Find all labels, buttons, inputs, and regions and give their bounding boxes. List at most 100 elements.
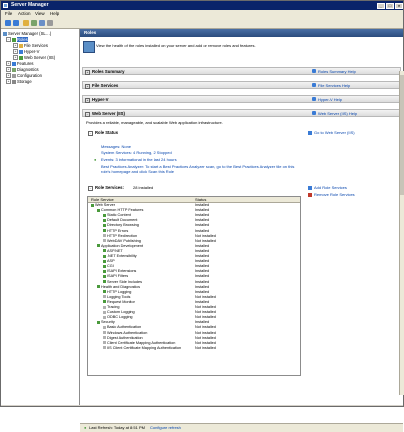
table-row[interactable]: Static Content Installed — [88, 213, 300, 217]
role-service-icon — [103, 264, 106, 268]
menu-view[interactable]: View — [35, 10, 45, 18]
table-row[interactable]: ODBC Logging Not installed — [88, 315, 300, 319]
go-to-web-server-link[interactable]: Go to Web Server (IIS) — [308, 130, 355, 135]
bpa-link-continued[interactable]: role's homepage and click Scan this Role — [101, 169, 174, 174]
table-row[interactable]: Application Development Installed — [88, 244, 300, 248]
section-file-services[interactable]: + File Services File Services Help — [82, 81, 401, 89]
table-row[interactable]: Tracing Not installed — [88, 305, 300, 309]
expand-icon[interactable]: + — [13, 43, 18, 49]
role-service-label: ISAPI Extensions — [107, 269, 137, 274]
tree-item-web-server[interactable]: + Web Server (IIS) — [13, 55, 55, 61]
configure-refresh-link[interactable]: Configure refresh — [150, 424, 181, 432]
table-row[interactable]: Common HTTP Features Installed — [88, 208, 300, 212]
tree-item-configuration[interactable]: + Configuration — [6, 73, 42, 79]
table-row[interactable]: ASP.NET Installed — [88, 249, 300, 253]
role-service-name: Security — [97, 320, 115, 324]
expand-icon[interactable]: + — [6, 61, 11, 67]
back-icon[interactable] — [5, 20, 11, 26]
folder-icon[interactable] — [23, 20, 29, 26]
forward-icon[interactable] — [13, 20, 19, 26]
role-service-icon — [103, 295, 106, 299]
role-service-name: Request Monitor — [103, 300, 135, 304]
table-row[interactable]: WebDAV Publishing Not installed — [88, 239, 300, 243]
table-row[interactable]: Health and Diagnostics Installed — [88, 285, 300, 289]
table-row[interactable]: Request Monitor Installed — [88, 300, 300, 304]
tree-item-hyper-v[interactable]: + Hyper-V — [13, 49, 39, 55]
table-row[interactable]: HTTP Errors Installed — [88, 229, 300, 233]
role-service-icon — [103, 234, 106, 238]
role-service-icon — [103, 346, 106, 350]
table-row[interactable]: Security Installed — [88, 320, 300, 324]
table-row[interactable]: Digest Authentication Not installed — [88, 336, 300, 340]
expand-icon[interactable]: + — [6, 73, 11, 79]
table-row[interactable]: Logging Tools Not installed — [88, 295, 300, 299]
table-row[interactable]: ASP Installed — [88, 259, 300, 263]
add-role-services-link[interactable]: Add Role Services — [308, 185, 347, 190]
expand-icon[interactable]: + — [85, 70, 90, 75]
window-title: Server Manager — [11, 2, 49, 8]
tree-item-roles[interactable]: − Roles — [6, 37, 28, 43]
role-service-status: Installed — [195, 274, 210, 279]
properties-icon[interactable] — [47, 20, 53, 26]
remove-icon — [308, 192, 312, 197]
remove-role-services-link[interactable]: Remove Role Services — [308, 192, 355, 197]
table-row[interactable]: IIS Client Certificate Mapping Authentic… — [88, 346, 300, 350]
table-row[interactable]: Directory Browsing Installed — [88, 223, 300, 227]
table-row[interactable]: Server Side Includes Installed — [88, 280, 300, 284]
tree-item-file-services[interactable]: + File Services — [13, 43, 48, 49]
table-row[interactable]: Basic Authentication Not installed — [88, 325, 300, 329]
table-row[interactable]: Default Document Installed — [88, 218, 300, 222]
table-row[interactable]: Custom Logging Not installed — [88, 310, 300, 314]
tree-root[interactable]: Server Manager (SL…) — [3, 31, 51, 36]
role-service-label: Directory Browsing — [107, 223, 139, 228]
section-roles-summary[interactable]: + Roles Summary Roles Summary Help — [82, 67, 401, 75]
expand-icon[interactable]: + — [13, 55, 18, 61]
table-row[interactable]: Windows Authentication Not installed — [88, 331, 300, 335]
table-row[interactable]: HTTP Redirection Not installed — [88, 234, 300, 238]
hyper-v-help-link[interactable]: Hyper-V Help — [318, 97, 342, 102]
column-role-service[interactable]: Role Service — [91, 197, 114, 202]
expand-icon[interactable]: + — [6, 79, 11, 85]
table-row[interactable]: .NET Extensibility Installed — [88, 254, 300, 258]
expand-icon[interactable]: + — [85, 84, 90, 89]
events-link[interactable]: Events: 3 informational in the last 24 h… — [101, 157, 177, 162]
expand-icon[interactable]: + — [6, 67, 11, 73]
role-service-status: Not installed — [195, 294, 216, 299]
collapse-icon[interactable]: − — [88, 131, 93, 136]
menu-help[interactable]: Help — [50, 10, 59, 18]
tree-item-features[interactable]: + Features — [6, 61, 34, 67]
vertical-scrollbar[interactable] — [399, 71, 404, 395]
web-server-help-link[interactable]: Web Server (IIS) Help — [318, 111, 357, 116]
collapse-icon[interactable]: − — [88, 186, 93, 191]
role-services-header[interactable]: − Role Services: 28 installed — [87, 185, 397, 191]
menu-action[interactable]: Action — [18, 10, 31, 18]
table-row[interactable]: HTTP Logging Installed — [88, 290, 300, 294]
collapse-icon[interactable]: − — [85, 112, 90, 117]
maximize-button[interactable]: □ — [386, 3, 394, 9]
table-row[interactable]: ISAPI Extensions Installed — [88, 269, 300, 273]
menu-file[interactable]: File — [5, 10, 12, 18]
file-services-help-link[interactable]: File Services Help — [318, 83, 350, 88]
expand-icon[interactable]: + — [13, 49, 18, 55]
messages-link[interactable]: Messages: None — [101, 144, 131, 149]
system-services-link[interactable]: System Services: 4 Running, 2 Stopped — [101, 150, 172, 155]
section-hyper-v[interactable]: + Hyper-V Hyper-V Help — [82, 95, 401, 103]
role-service-label: ASP.NET — [107, 248, 123, 253]
roles-summary-help-link[interactable]: Roles Summary Help — [318, 69, 356, 74]
expand-icon[interactable]: + — [85, 98, 90, 103]
help-icon[interactable] — [39, 20, 45, 26]
table-row[interactable]: CGI Installed — [88, 264, 300, 268]
section-web-server[interactable]: − Web Server (IIS) Web Server (IIS) Help — [82, 109, 401, 117]
column-status[interactable]: Status — [195, 197, 206, 202]
toolbar — [1, 18, 403, 29]
table-row[interactable]: Client Certificate Mapping Authenticatio… — [88, 341, 300, 345]
close-button[interactable]: × — [395, 3, 403, 9]
minimize-button[interactable]: _ — [377, 3, 385, 9]
table-row[interactable]: ISAPI Filters Installed — [88, 274, 300, 278]
refresh-icon[interactable] — [31, 20, 37, 26]
scrollbar-thumb[interactable] — [400, 75, 404, 195]
table-row[interactable]: Web Server Installed — [88, 203, 300, 207]
tree-item-storage[interactable]: + Storage — [6, 79, 32, 85]
collapse-icon[interactable]: − — [6, 37, 11, 43]
tree-item-diagnostics[interactable]: + Diagnostics — [6, 67, 39, 73]
